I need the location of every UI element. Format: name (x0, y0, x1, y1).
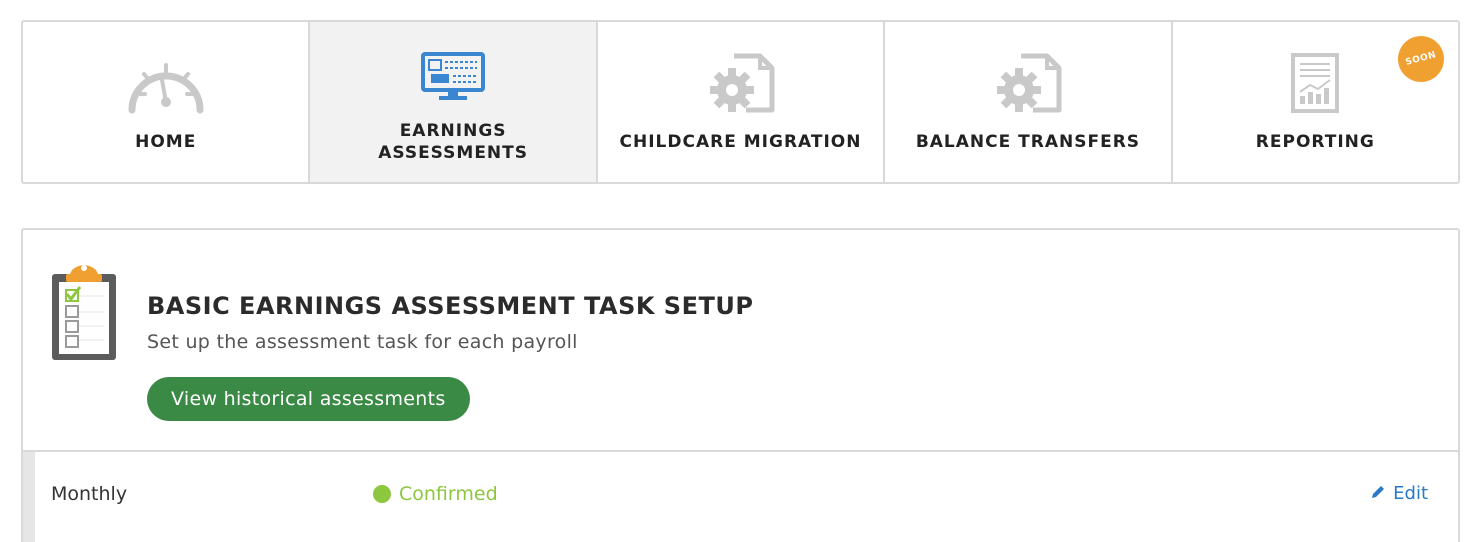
report-chart-icon (1290, 52, 1340, 118)
view-historical-assessments-button[interactable]: View historical assessments (147, 377, 470, 421)
page-subtitle: Set up the assessment task for each payr… (147, 331, 578, 353)
status-text: Confirmed (399, 483, 498, 505)
tab-label: CHILDCARE MIGRATION (619, 132, 862, 152)
pencil-icon (1371, 483, 1385, 504)
main-nav: HOME EARNINGS ASSESSMENTS CHILDCARE MIGR… (21, 20, 1460, 184)
soon-badge: SOON (1392, 30, 1450, 88)
speedometer-icon (126, 52, 206, 118)
tab-earnings-assessments[interactable]: EARNINGS ASSESSMENTS (310, 22, 598, 182)
tab-childcare-migration[interactable]: CHILDCARE MIGRATION (598, 22, 886, 182)
payroll-period: Monthly (51, 483, 128, 505)
gear-document-icon (706, 52, 776, 118)
row-accent-bar (23, 452, 35, 542)
tab-balance-transfers[interactable]: BALANCE TRANSFERS (885, 22, 1173, 182)
payroll-row: Monthly Confirmed Edit (21, 452, 1460, 542)
status-dot-icon (373, 485, 391, 503)
monitor-icon (421, 52, 486, 106)
tab-reporting[interactable]: REPORTING SOON (1173, 22, 1458, 182)
edit-link[interactable]: Edit (1371, 483, 1428, 504)
clipboard-checklist-icon (50, 260, 118, 366)
task-setup-card: BASIC EARNINGS ASSESSMENT TASK SETUP Set… (21, 228, 1460, 452)
tab-label: REPORTING (1255, 132, 1375, 152)
page-title: BASIC EARNINGS ASSESSMENT TASK SETUP (147, 292, 754, 320)
gear-document-icon (993, 52, 1063, 118)
tab-label: EARNINGS ASSESSMENTS (378, 121, 529, 163)
edit-label: Edit (1393, 483, 1428, 504)
tab-label: HOME (135, 132, 197, 152)
tab-label: BALANCE TRANSFERS (915, 132, 1141, 152)
status-indicator: Confirmed (373, 483, 498, 505)
tab-home[interactable]: HOME (23, 22, 311, 182)
